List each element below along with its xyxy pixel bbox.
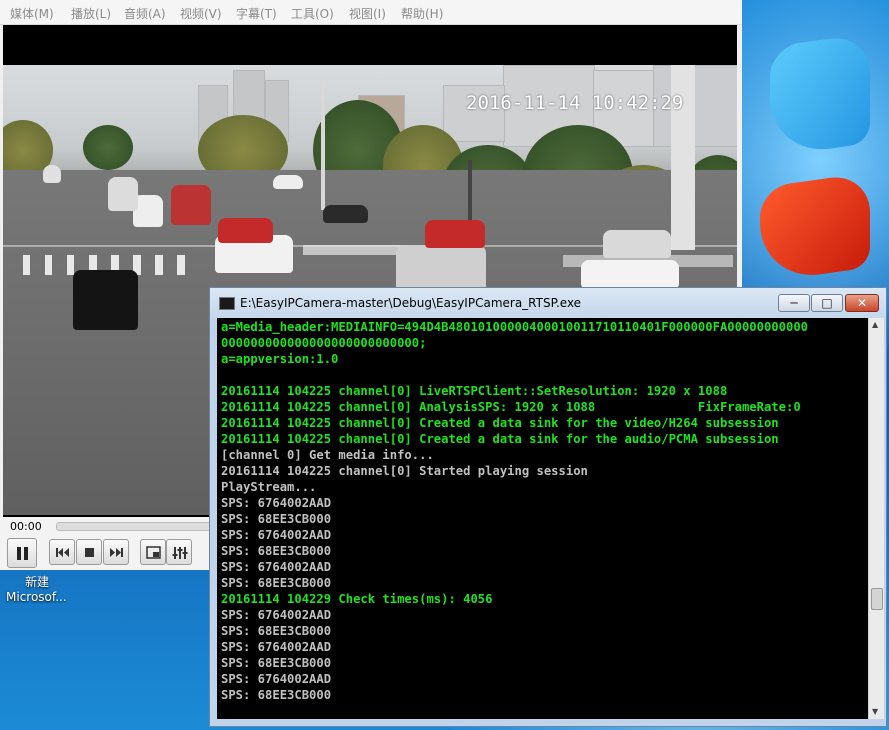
console-app-icon [219,297,235,310]
console-line: 20161114 104225 channel[0] AnalysisSPS: … [221,400,801,414]
console-line: SPS: 6764002AAD [221,640,332,654]
close-button[interactable]: ✕ [845,294,879,312]
close-icon: ✕ [856,296,868,310]
console-window: E:\EasyIPCamera-master\Debug\EasyIPCamer… [209,287,887,727]
console-line: a=appversion:1.0 [221,352,339,366]
fullscreen-icon [146,546,161,559]
minimize-icon: ─ [790,296,798,310]
scroll-up-icon[interactable]: ▲ [872,320,878,329]
console-line: PlayStream... [221,480,317,494]
console-line: SPS: 6764002AAD [221,528,332,542]
minimize-button[interactable]: ─ [778,294,810,312]
stop-button[interactable] [76,539,102,565]
menu-playback[interactable]: 播放(L) [71,5,111,22]
console-line: 20161114 104225 channel[0] Created a dat… [221,416,779,430]
menu-audio[interactable]: 音频(A) [124,5,166,22]
console-titlebar[interactable]: E:\EasyIPCamera-master\Debug\EasyIPCamer… [210,288,886,318]
menu-media[interactable]: 媒体(M) [10,5,54,22]
console-window-title: E:\EasyIPCamera-master\Debug\EasyIPCamer… [240,296,582,310]
pause-icon [17,547,28,560]
menu-view[interactable]: 视图(I) [349,5,386,22]
elapsed-time: 00:00 [10,520,42,533]
desktop-icon-label-2[interactable]: Microsof... [6,590,67,604]
console-line: SPS: 68EE3CB000 [221,576,332,590]
maximize-button[interactable]: □ [811,294,843,312]
maximize-icon: □ [821,296,833,310]
fullscreen-button[interactable] [140,539,166,565]
skip-back-icon [56,548,69,557]
console-line: [channel 0] Get media info... [221,448,434,462]
pause-button[interactable] [7,538,37,568]
wallpaper-logo-blue [770,32,870,158]
console-scrollbar[interactable]: ▲ ▼ [868,318,884,719]
console-line: SPS: 68EE3CB000 [221,624,332,638]
console-output[interactable]: a=Media_header:MEDIAINFO=494D4B480101000… [217,318,868,719]
video-timestamp-overlay: 2016-11-14 10:42:29 [466,92,684,114]
console-line: 20161114 104225 channel[0] Created a dat… [221,432,779,446]
menu-subtitle[interactable]: 字幕(T) [236,5,277,22]
skip-forward-icon [110,548,123,557]
menu-help[interactable]: 帮助(H) [401,5,443,22]
console-line: 000000000000000000000000000; [221,336,427,350]
menu-video[interactable]: 视频(V) [180,5,222,22]
console-line: 20161114 104225 channel[0] LiveRTSPClien… [221,384,728,398]
console-line: SPS: 6764002AAD [221,672,332,686]
equalizer-button[interactable] [166,539,192,565]
console-line: SPS: 6764002AAD [221,496,332,510]
desktop-icon-label[interactable]: 新建 [25,573,49,590]
menu-bar: 媒体(M) 播放(L) 音频(A) 视频(V) 字幕(T) 工具(O) 视图(I… [0,0,742,25]
menu-tools[interactable]: 工具(O) [291,5,334,22]
scroll-down-icon[interactable]: ▼ [872,707,878,716]
next-button[interactable] [103,539,129,565]
previous-button[interactable] [49,539,75,565]
console-line: SPS: 68EE3CB000 [221,656,332,670]
console-line: SPS: 68EE3CB000 [221,688,332,702]
console-line: SPS: 68EE3CB000 [221,544,332,558]
equalizer-icon [172,547,188,559]
console-line: 20161114 104229 Check times(ms): 4056 [221,592,493,606]
console-line-list: a=Media_header:MEDIAINFO=494D4B480101000… [221,319,808,703]
console-line: SPS: 6764002AAD [221,608,332,622]
console-line: SPS: 6764002AAD [221,560,332,574]
console-line: a=Media_header:MEDIAINFO=494D4B480101000… [221,320,808,334]
scrollbar-thumb[interactable] [871,588,883,610]
console-line: SPS: 68EE3CB000 [221,512,332,526]
console-line: 20161114 104225 channel[0] Started playi… [221,464,588,478]
stop-icon [85,548,94,557]
wallpaper-logo-red [760,172,870,283]
